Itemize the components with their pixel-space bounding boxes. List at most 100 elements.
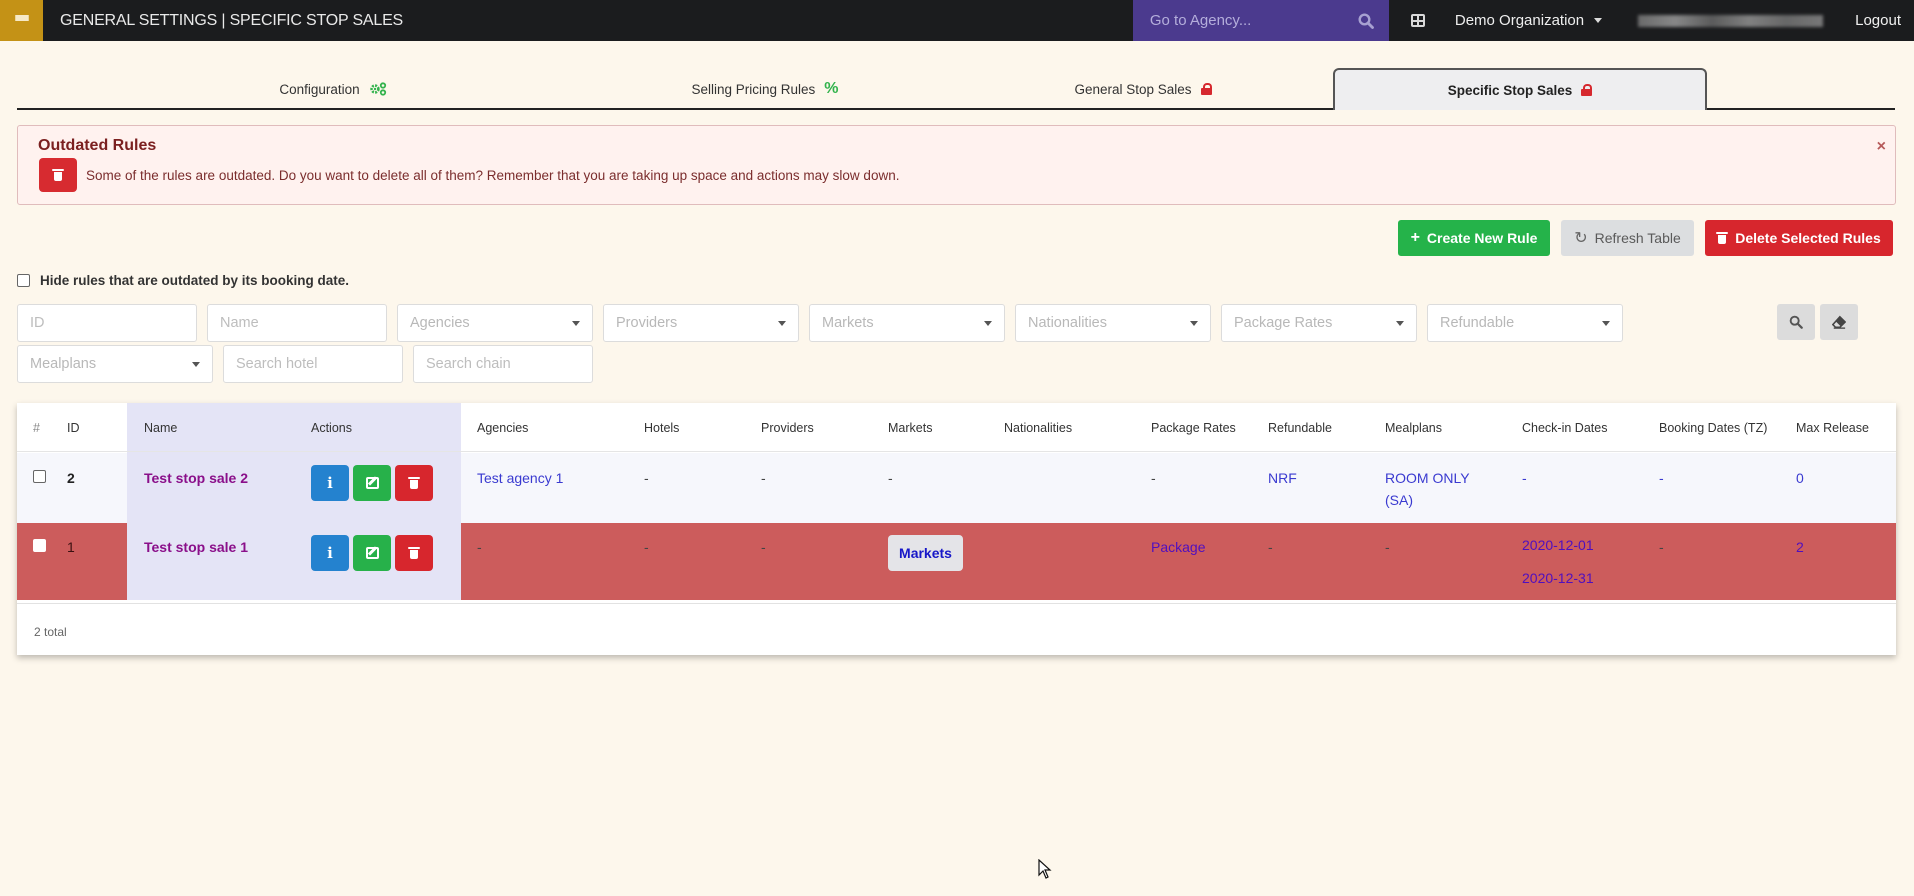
hamburger-icon: [14, 15, 29, 26]
create-label: Create New Rule: [1426, 230, 1538, 246]
caret-down-icon: [1396, 320, 1404, 326]
page-title: GENERAL SETTINGS | SPECIFIC STOP SALES: [60, 11, 404, 29]
refresh-table-button[interactable]: ↻ Refresh Table: [1561, 220, 1694, 256]
delete-button[interactable]: [395, 535, 433, 571]
package-rates-select[interactable]: Package Rates: [1221, 304, 1417, 342]
nationalities-select-label: Nationalities: [1028, 315, 1107, 331]
booking-dates-value: -: [1659, 470, 1664, 486]
name-filter-input[interactable]: [220, 315, 374, 331]
settings-tabs: Configuration Selling Pricing Rules % Ge…: [17, 68, 1895, 110]
nationalities-select[interactable]: Nationalities: [1015, 304, 1211, 342]
lock-icon: [1200, 83, 1212, 95]
booking-dates-value: -: [1659, 539, 1664, 555]
column-header[interactable]: Nationalities: [1004, 403, 1072, 452]
edit-icon: [365, 547, 379, 559]
mealplans-value: ROOM ONLY: [1385, 470, 1470, 486]
agencies-select-label: Agencies: [410, 315, 470, 331]
tab-selling-pricing-rules[interactable]: Selling Pricing Rules %: [660, 68, 870, 110]
outdated-rules-alert: Outdated Rules Some of the rules are out…: [17, 125, 1896, 205]
rule-name-link[interactable]: Test stop sale 2: [144, 470, 248, 486]
delete-button[interactable]: [395, 465, 433, 501]
delete-selected-rules-button[interactable]: Delete Selected Rules: [1705, 220, 1893, 256]
tab-general-stop-sales[interactable]: General Stop Sales: [1053, 68, 1233, 110]
trash-icon: [408, 547, 420, 559]
agencies-select[interactable]: Agencies: [397, 304, 593, 342]
organization-label: Demo Organization: [1454, 12, 1585, 29]
rule-name-link[interactable]: Test stop sale 1: [144, 539, 248, 555]
info-button[interactable]: i: [311, 535, 349, 571]
max-release-value: 0: [1796, 470, 1804, 486]
max-release-value: 2: [1796, 539, 1804, 555]
hotel-search-input[interactable]: [236, 356, 390, 372]
edit-button[interactable]: [353, 465, 391, 501]
organization-select[interactable]: Demo Organization: [1454, 12, 1603, 29]
markets-button[interactable]: Markets: [888, 535, 963, 571]
mouse-cursor-icon: [1038, 859, 1052, 879]
caret-down-icon: [1594, 18, 1603, 23]
apps-grid-icon[interactable]: [1410, 14, 1425, 27]
providers-value: -: [761, 539, 766, 555]
mealplans-select[interactable]: Mealplans: [17, 345, 213, 383]
plus-icon: +: [1410, 229, 1420, 246]
package-rates-value: Package: [1151, 539, 1206, 555]
caret-down-icon: [778, 320, 786, 326]
tab-configuration[interactable]: Configuration: [243, 68, 423, 110]
hide-outdated-checkbox[interactable]: [17, 274, 30, 287]
refundable-select[interactable]: Refundable: [1427, 304, 1623, 342]
chain-search: [413, 345, 593, 383]
mealplans-value-line2: (SA): [1385, 492, 1413, 508]
refundable-select-label: Refundable: [1440, 315, 1515, 331]
column-header[interactable]: Mealplans: [1385, 403, 1442, 452]
trash-icon: [408, 477, 420, 489]
column-header[interactable]: Hotels: [644, 403, 679, 452]
chain-search-input[interactable]: [426, 356, 580, 372]
column-header[interactable]: Booking Dates (TZ): [1659, 403, 1767, 452]
info-button[interactable]: i: [311, 465, 349, 501]
agencies-value[interactable]: Test agency 1: [477, 470, 563, 486]
id-filter-input[interactable]: [30, 315, 184, 331]
trash-icon: [1716, 232, 1729, 244]
refundable-value: -: [1268, 539, 1273, 555]
column-header[interactable]: Refundable: [1268, 403, 1332, 452]
agency-search-input[interactable]: [1149, 12, 1340, 29]
trash-icon: [52, 169, 64, 181]
tab-specific-stop-sales[interactable]: Specific Stop Sales: [1333, 68, 1707, 110]
table-header: # ID Name Actions Agencies Hotels Provid…: [17, 403, 1896, 452]
column-header[interactable]: Agencies: [477, 403, 528, 452]
column-header: Actions: [311, 420, 352, 435]
column-header[interactable]: ID: [67, 403, 80, 452]
edit-button[interactable]: [353, 535, 391, 571]
providers-select[interactable]: Providers: [603, 304, 799, 342]
search-button[interactable]: [1777, 304, 1815, 340]
user-email-blurred: [1638, 14, 1824, 27]
edit-icon: [365, 477, 379, 489]
column-header[interactable]: Markets: [888, 403, 932, 452]
close-icon[interactable]: ×: [1877, 138, 1886, 156]
row-select-checkbox[interactable]: [33, 539, 46, 552]
menu-toggle-button[interactable]: [0, 0, 43, 41]
column-header[interactable]: Check-in Dates: [1522, 403, 1607, 452]
rule-id: 1: [67, 539, 75, 555]
alert-message: Some of the rules are outdated. Do you w…: [86, 168, 900, 183]
table-footer-divider: [17, 603, 1896, 604]
column-header[interactable]: Max Release: [1796, 403, 1869, 452]
delete-outdated-button[interactable]: [39, 158, 77, 192]
clear-filters-button[interactable]: [1820, 304, 1858, 340]
rule-id: 2: [67, 470, 75, 486]
markets-select-label: Markets: [822, 315, 874, 331]
create-new-rule-button[interactable]: + Create New Rule: [1398, 220, 1550, 256]
table-row-outdated: 1 Test stop sale 1 i - - - Markets Packa…: [17, 523, 1896, 600]
row-select-checkbox[interactable]: [33, 470, 46, 483]
rules-table: # ID Name Actions Agencies Hotels Provid…: [17, 403, 1896, 655]
column-header[interactable]: Name: [144, 403, 177, 452]
markets-select[interactable]: Markets: [809, 304, 1005, 342]
search-icon[interactable]: [1358, 12, 1374, 29]
logout-link[interactable]: Logout: [1855, 12, 1901, 29]
refundable-value: NRF: [1268, 470, 1297, 486]
providers-select-label: Providers: [616, 315, 678, 331]
caret-down-icon: [1602, 320, 1610, 326]
markets-value: -: [888, 470, 893, 486]
column-header[interactable]: Providers: [761, 403, 814, 452]
column-header[interactable]: Package Rates: [1151, 403, 1236, 452]
delete-selected-label: Delete Selected Rules: [1735, 230, 1881, 246]
